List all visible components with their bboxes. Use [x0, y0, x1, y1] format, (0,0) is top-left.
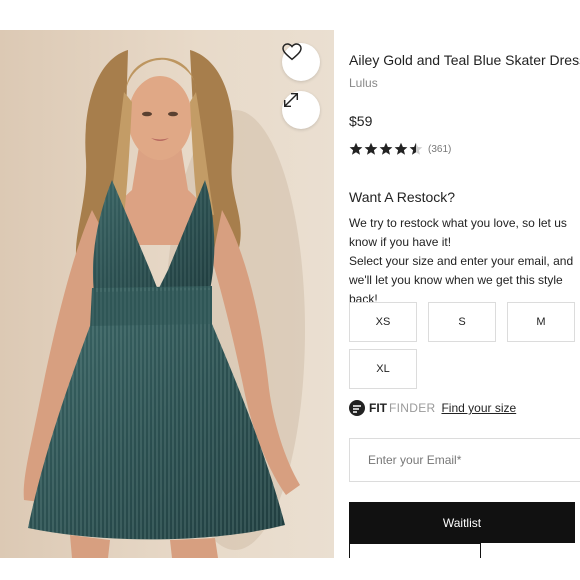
find-your-size-link[interactable]: Find your size [441, 401, 516, 415]
email-field[interactable] [349, 438, 580, 482]
zoom-button[interactable] [282, 91, 320, 129]
heart-icon [282, 43, 302, 61]
product-image[interactable] [0, 30, 334, 558]
product-price: $59 [349, 113, 373, 129]
restock-heading: Want A Restock? [349, 189, 456, 205]
size-option-xs[interactable]: XS [349, 302, 417, 342]
size-option-m[interactable]: M [507, 302, 575, 342]
fit-finder-brand-bold: FIT [369, 401, 387, 415]
favorite-button[interactable] [282, 43, 320, 81]
rating-summary[interactable]: (361) [349, 142, 451, 156]
restock-description: We try to restock what you love, so let … [349, 214, 580, 309]
star-rating-icon [349, 142, 423, 155]
fit-finder-brand-light: FINDER [389, 401, 436, 415]
waitlist-button[interactable]: Waitlist [349, 502, 575, 543]
review-count: (361) [428, 143, 452, 155]
fit-finder-logo-icon [349, 400, 365, 416]
bottom-whitespace [0, 558, 580, 580]
product-title: Ailey Gold and Teal Blue Skater Dress [349, 52, 580, 68]
restock-line-2: Select your size and enter your email, a… [349, 254, 574, 306]
restock-line-1: We try to restock what you love, so let … [349, 216, 567, 249]
product-brand[interactable]: Lulus [349, 76, 378, 90]
size-option-s[interactable]: S [428, 302, 496, 342]
size-option-xl[interactable]: XL [349, 349, 417, 389]
expand-icon [283, 92, 299, 108]
fit-finder: FIT FINDER Find your size [349, 400, 516, 416]
product-info-panel: Ailey Gold and Teal Blue Skater Dress Lu… [349, 0, 580, 580]
